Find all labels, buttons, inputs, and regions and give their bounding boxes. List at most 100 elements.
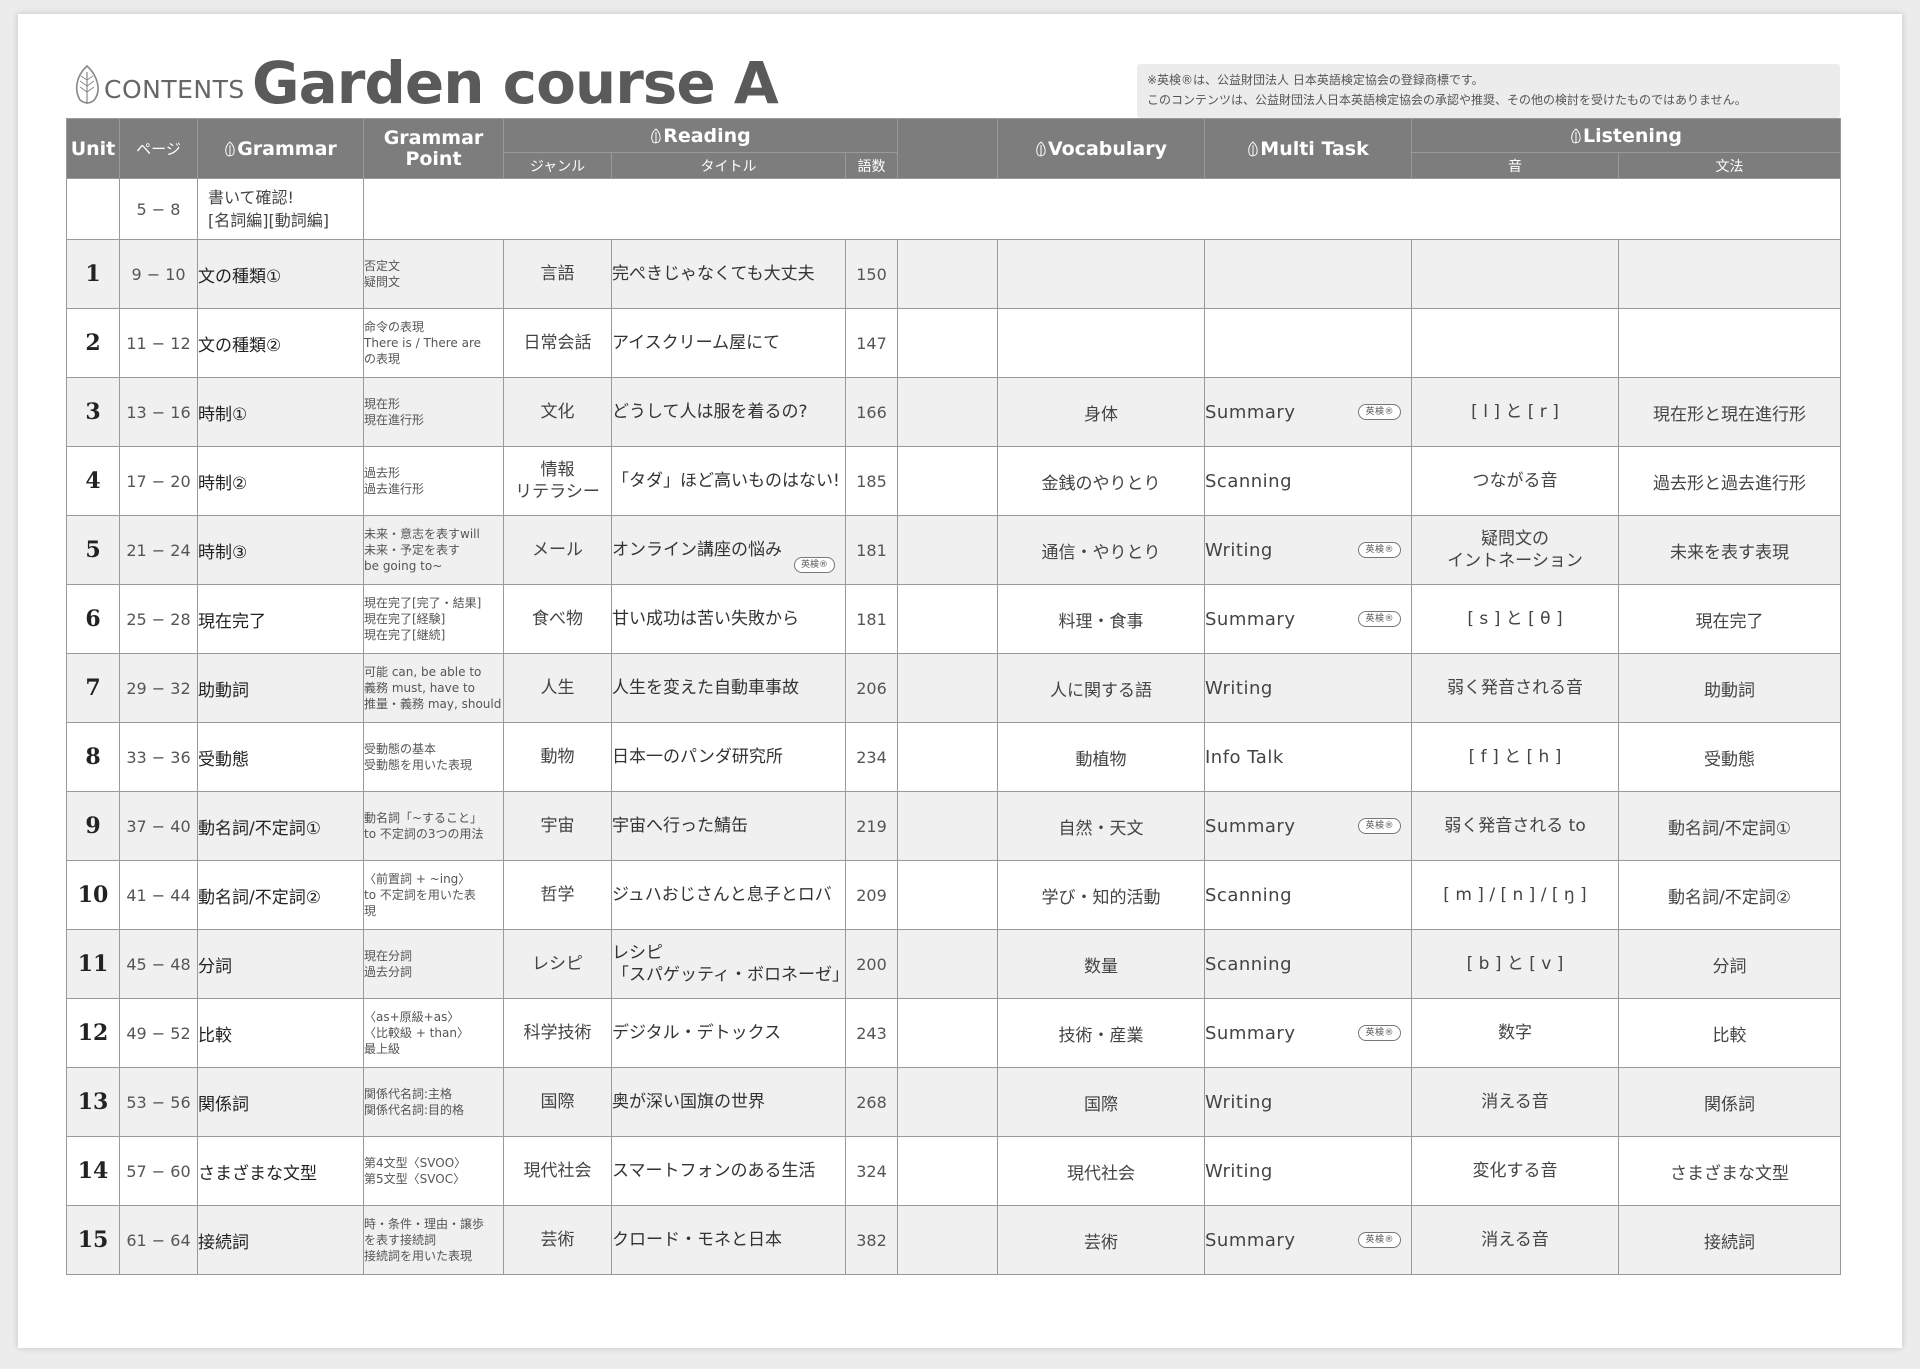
grammar-cell-text: 助動詞 xyxy=(198,680,250,701)
multi-task-cell: Writing xyxy=(1204,653,1412,723)
genre-cell-text: 動物 xyxy=(540,747,575,767)
grammar-point-cell: 過去形 過去進行形 xyxy=(363,446,504,516)
grammar-cell: 分詞 xyxy=(197,929,364,999)
grammar-point-cell-text: 現在形 現在進行形 xyxy=(364,397,425,427)
multi-task-cell: Writing 英検® xyxy=(1204,515,1412,585)
pages-cell-text: 11 − 12 xyxy=(126,333,191,353)
contents-table: Unit ページ Grammar Grammar Point Reading V… xyxy=(66,118,1842,1275)
multi-task-cell-text: Summary xyxy=(1205,401,1296,423)
genre-cell: 動物 xyxy=(503,722,612,792)
sound-cell-text: 弱く発音される音 xyxy=(1447,678,1583,698)
reading-title-cell: デジタル・デトックス xyxy=(611,998,846,1068)
eiken-badge: 英検® xyxy=(1358,1232,1401,1248)
vocabulary-cell-text: 技術・産業 xyxy=(1058,1025,1144,1046)
reading-title-cell-text: 人生を変えた自動車事故 xyxy=(612,678,800,698)
grammar-point-cell: 否定文 疑問文 xyxy=(363,239,504,309)
reading-title-cell: 日本一のパンダ研究所 xyxy=(611,722,846,792)
vocabulary-cell: 芸術 xyxy=(997,1205,1205,1275)
vocabulary-cell: 自然・天文 xyxy=(997,791,1205,861)
sound-cell: 疑問文の イントネーション xyxy=(1411,515,1619,585)
reading-extra-cell xyxy=(897,584,998,654)
grammar-cell-text: 分詞 xyxy=(198,956,233,977)
col-listening: Listening xyxy=(1410,118,1842,153)
col-vocabulary-label: Vocabulary xyxy=(1047,137,1168,160)
grammar-cell-text: 受動態 xyxy=(198,749,250,770)
genre-cell: 科学技術 xyxy=(503,998,612,1068)
word-count-cell: 382 xyxy=(845,1205,898,1275)
grammar-point-cell-text: 現在分詞 過去分詞 xyxy=(364,949,413,979)
grammar-cell-text: 比較 xyxy=(198,1025,233,1046)
genre-cell: 現代社会 xyxy=(503,1136,612,1206)
intro-text: 書いて確認! [名詞編][動詞編] xyxy=(197,178,364,240)
unit-number-text: 10 xyxy=(77,882,109,908)
grammar-cell-text: さまざまな文型 xyxy=(198,1163,318,1184)
listening-grammar-cell-text: 現在形と現在進行形 xyxy=(1653,404,1806,425)
grammar-cell-text: 時制③ xyxy=(198,542,248,563)
col-genre: ジャンル xyxy=(503,152,612,179)
grammar-point-cell-text: 〈as+原級+as〉 〈比較級 + than〉 最上級 xyxy=(364,1010,469,1056)
sound-cell: 弱く発音される音 xyxy=(1411,653,1619,723)
pages-cell: 33 − 36 xyxy=(119,722,198,792)
pages-cell-text: 13 − 16 xyxy=(126,402,191,422)
vocabulary-cell-text: 動植物 xyxy=(1075,749,1127,770)
word-count-cell-text: 200 xyxy=(856,954,887,974)
unit-number: 5 xyxy=(66,515,120,585)
genre-cell: レシピ xyxy=(503,929,612,999)
table-row: 1 9 − 10 文の種類① 否定文 疑問文 言語 完ぺきじゃなくても大丈夫 150 xyxy=(66,239,1842,309)
multi-task-cell-text: Scanning xyxy=(1205,884,1293,906)
listening-grammar-cell-text: 未来を表す表現 xyxy=(1670,542,1789,563)
reading-extra-cell xyxy=(897,239,998,309)
reading-title-cell: スマートフォンのある生活 xyxy=(611,1136,846,1206)
pages-cell-text: 25 − 28 xyxy=(126,609,191,629)
table-row: 4 17 − 20 時制② 過去形 過去進行形 情報 リテラシー 「タダ」ほど高いものはな… xyxy=(66,446,1842,516)
sound-cell-text: 数字 xyxy=(1498,1023,1532,1043)
sound-cell-text: 疑問文の イントネーション xyxy=(1447,529,1583,571)
grammar-point-cell-text: 未来・意志を表すwill 未来・予定を表す be going to~ xyxy=(364,527,480,573)
multi-task-cell: Summary 英検® xyxy=(1204,377,1412,447)
reading-extra-cell xyxy=(897,515,998,585)
grammar-point-cell-text: 否定文 疑問文 xyxy=(364,259,401,289)
contents-heading: CONTENTS xyxy=(72,64,245,106)
vocabulary-cell-text: 料理・食事 xyxy=(1058,611,1144,632)
reading-title-cell-text: デジタル・デトックス xyxy=(612,1023,782,1043)
listening-grammar-cell-text: 比較 xyxy=(1712,1025,1747,1046)
grammar-cell-text: 接続詞 xyxy=(198,1232,250,1253)
leaf-icon xyxy=(225,140,235,156)
multi-task-cell: Info Talk xyxy=(1204,722,1412,792)
multi-task-cell: Summary 英検® xyxy=(1204,998,1412,1068)
grammar-point-cell: 命令の表現 There is / There are の表現 xyxy=(363,308,504,378)
genre-cell: 食べ物 xyxy=(503,584,612,654)
unit-number: 12 xyxy=(66,998,120,1068)
vocabulary-cell: 金銭のやりとり xyxy=(997,446,1205,516)
vocabulary-cell: 国際 xyxy=(997,1067,1205,1137)
table-row: 9 37 − 40 動名詞/不定詞① 動名詞「~すること」 to 不定詞の3つの用法 宇… xyxy=(66,791,1842,861)
pages-cell: 11 − 12 xyxy=(119,308,198,378)
multi-task-cell: Scanning xyxy=(1204,929,1412,999)
listening-grammar-cell: 受動態 xyxy=(1617,722,1842,792)
table-row: 8 33 − 36 受動態 受動態の基本 受動態を用いた表現 動物 日本一のパンダ研究所 2… xyxy=(66,722,1842,792)
vocabulary-cell: 数量 xyxy=(997,929,1205,999)
word-count-cell-text: 268 xyxy=(856,1092,887,1112)
multi-task-cell-text: Scanning xyxy=(1205,953,1293,975)
table-row: 3 13 − 16 時制① 現在形 現在進行形 文化 どうして人は服を着るの? 166 身体 S… xyxy=(66,377,1842,447)
genre-cell: 情報 リテラシー xyxy=(503,446,612,516)
unit-number-text: 13 xyxy=(77,1089,109,1115)
vocabulary-cell: 人に関する語 xyxy=(997,653,1205,723)
grammar-point-cell-text: 時・条件・理由・譲歩 を表す接続詞 接続詞を用いた表現 xyxy=(364,1217,485,1263)
grammar-cell: 関係詞 xyxy=(197,1067,364,1137)
grammar-cell: 動名詞/不定詞② xyxy=(197,860,364,930)
unit-number: 4 xyxy=(66,446,120,516)
vocabulary-cell: 通信・やりとり xyxy=(997,515,1205,585)
reading-title-cell-text: 奥が深い国旗の世界 xyxy=(612,1092,766,1112)
listening-grammar-cell: 未来を表す表現 xyxy=(1617,515,1842,585)
reading-title-cell: 奥が深い国旗の世界 xyxy=(611,1067,846,1137)
grammar-point-cell: 未来・意志を表すwill 未来・予定を表す be going to~ xyxy=(363,515,504,585)
grammar-cell: 時制③ xyxy=(197,515,364,585)
leaf-icon xyxy=(651,127,661,143)
multi-task-cell: Scanning xyxy=(1204,860,1412,930)
word-count-cell-text: 147 xyxy=(856,333,887,353)
multi-task-cell: Scanning xyxy=(1204,446,1412,516)
sound-cell: [ s ] と [ θ ] xyxy=(1411,584,1619,654)
grammar-point-cell: 動名詞「~すること」 to 不定詞の3つの用法 xyxy=(363,791,504,861)
genre-cell-text: 現代社会 xyxy=(523,1161,592,1181)
